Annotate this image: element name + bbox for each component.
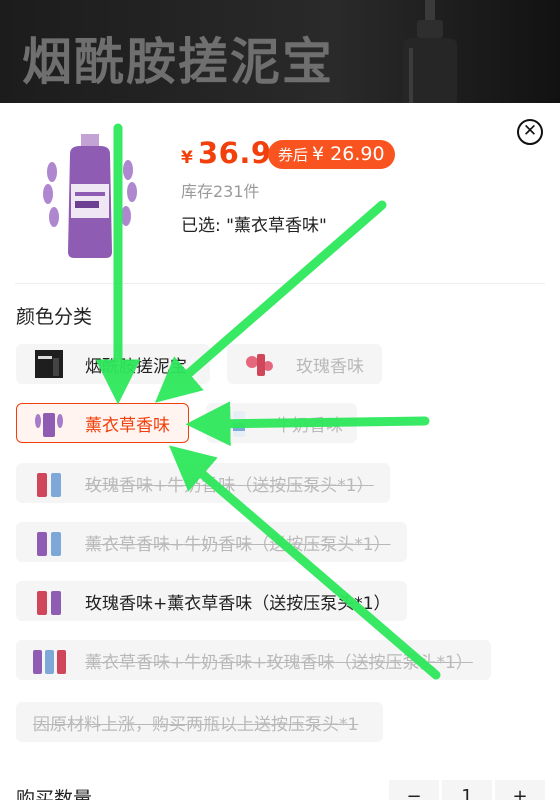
option-label: 薰衣草香味+牛奶香味+玫瑰香味（送按压泵头*1） [85, 652, 473, 673]
coupon-badge: 券后 ¥ 26.90 [268, 140, 395, 169]
selected-variant: 已选: "薰衣草香味" [181, 216, 327, 236]
option-label: 玫瑰香味+薰衣草香味（送按压泵头*1） [85, 593, 391, 614]
option-thumbnail [35, 413, 63, 437]
option-thumbnail [37, 473, 61, 497]
coupon-label: 券后 [278, 146, 309, 164]
minus-button[interactable]: − [389, 780, 439, 800]
quantity-label: 购买数量 [16, 788, 93, 800]
option-thumbnail [33, 650, 66, 674]
option-notice[interactable]: 因原材料上涨，购买两瓶以上送按压泵头*1 [16, 702, 383, 742]
option-label: 牛奶香味 [275, 415, 343, 436]
price-symbol: ¥ [181, 148, 193, 168]
option-thumbnail [35, 350, 63, 378]
banner-title: 烟酰胺搓泥宝 [22, 33, 334, 91]
quantity-stepper: − 1 + [389, 780, 545, 800]
option-rose[interactable]: 玫瑰香味 [227, 344, 382, 384]
quantity-value[interactable]: 1 [442, 780, 492, 800]
option-lavender[interactable]: 薰衣草香味 [16, 403, 189, 443]
price: 36.9 [198, 136, 272, 170]
option-lavender-milk[interactable]: 薰衣草香味+牛奶香味（送按压泵头*1） [16, 522, 407, 562]
section-title: 颜色分类 [16, 306, 93, 328]
option-rose-lavender[interactable]: 玫瑰香味+薰衣草香味（送按压泵头*1） [16, 581, 407, 621]
stock-text: 库存231件 [181, 182, 260, 201]
divider [15, 283, 545, 284]
option-thumbnail [37, 591, 61, 615]
coupon-price: ¥ 26.90 [312, 143, 385, 165]
option-label: 玫瑰香味 [296, 356, 364, 377]
plus-button[interactable]: + [495, 780, 545, 800]
product-thumbnail [43, 134, 137, 258]
pump-bottle-image [403, 0, 457, 103]
product-banner: 烟酰胺搓泥宝 [0, 0, 560, 103]
option-lavender-milk-rose[interactable]: 薰衣草香味+牛奶香味+玫瑰香味（送按压泵头*1） [16, 640, 491, 680]
option-thumbnail [233, 411, 245, 437]
option-niacinamide[interactable]: 烟酰胺搓泥宝 [16, 344, 210, 384]
option-label: 因原材料上涨，购买两瓶以上送按压泵头*1 [33, 714, 359, 735]
option-rose-milk[interactable]: 玫瑰香味+牛奶香味（送按压泵头*1） [16, 463, 390, 503]
option-label: 薰衣草香味+牛奶香味（送按压泵头*1） [85, 534, 391, 555]
close-button[interactable]: ✕ [517, 119, 543, 145]
option-label: 薰衣草香味 [85, 415, 170, 436]
option-label: 玫瑰香味+牛奶香味（送按压泵头*1） [85, 475, 374, 496]
option-milk[interactable]: 牛奶香味 [206, 403, 357, 443]
option-thumbnail [37, 532, 61, 556]
sku-page: 烟酰胺搓泥宝 ✕ ¥ 36.9 券后 ¥ 26.90 库存231件 已选: "薰衣… [0, 0, 560, 800]
option-label: 烟酰胺搓泥宝 [85, 356, 187, 377]
option-thumbnail [246, 354, 273, 376]
